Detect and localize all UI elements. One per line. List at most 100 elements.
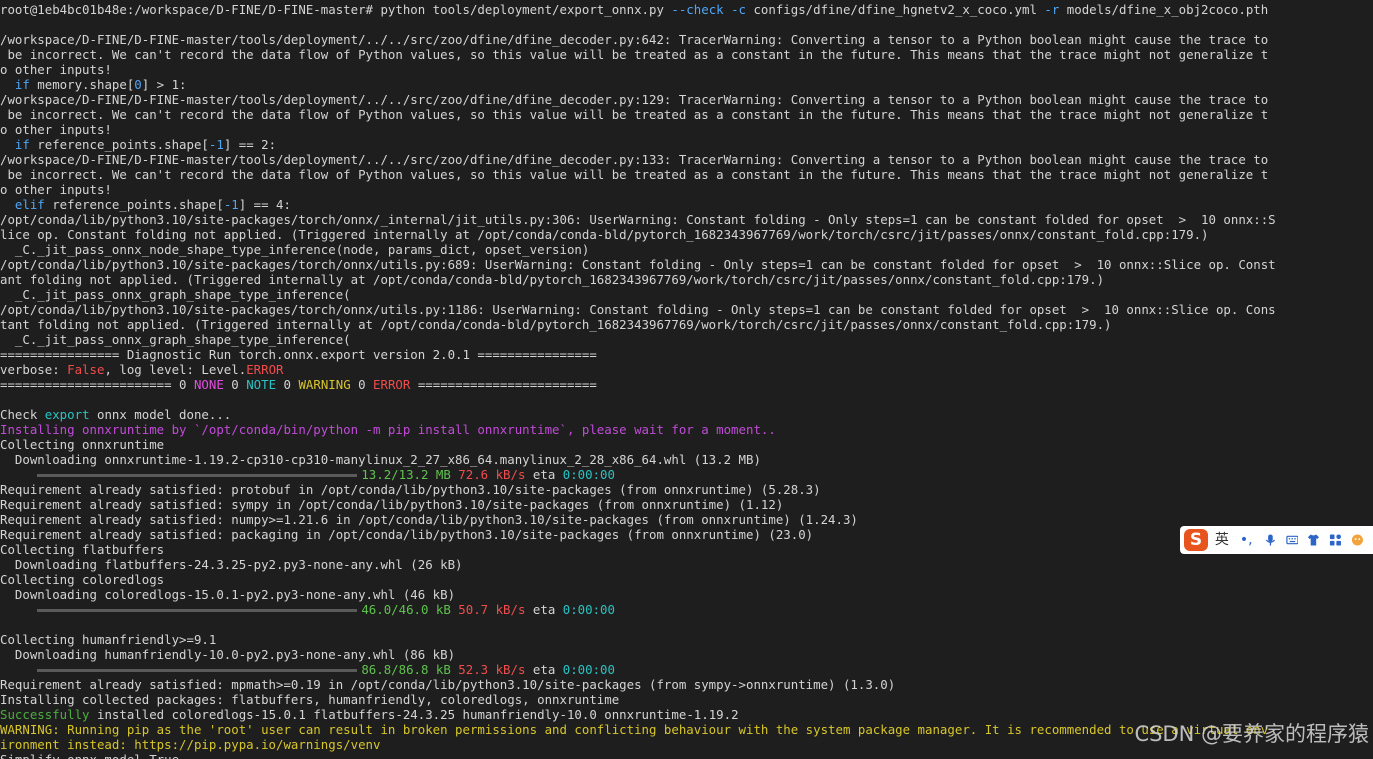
- terminal-text: o other inputs!: [0, 62, 112, 77]
- terminal-text: Simplify onnx model True...: [0, 752, 201, 759]
- terminal-text: -1: [208, 137, 224, 152]
- csdn-watermark: CSDN @要养家的程序猿: [1134, 722, 1369, 746]
- toolbox-grid-icon[interactable]: [1329, 533, 1342, 547]
- terminal-text: _C._jit_pass_onnx_graph_shape_type_infer…: [0, 287, 351, 302]
- terminal-text: onnx model done...: [89, 407, 232, 422]
- terminal-text: /opt/conda/lib/python3.10/site-packages/…: [0, 302, 1276, 317]
- terminal-line: Requirement already satisfied: mpmath>=0…: [0, 677, 1370, 692]
- terminal-text: 46.0/46.0 kB: [361, 602, 459, 617]
- terminal-text: Successfully: [0, 707, 90, 722]
- ime-toolbar[interactable]: S 英 •,: [1180, 526, 1373, 554]
- terminal-line: lice op. Constant folding not applied. (…: [0, 227, 1370, 242]
- terminal-line: Downloading coloredlogs-15.0.1-py2.py3-n…: [0, 587, 1370, 602]
- terminal-text: /opt/conda/lib/python3.10/site-packages/…: [0, 257, 1276, 272]
- terminal-line: o other inputs!: [0, 62, 1370, 77]
- terminal-text: /workspace/D-FINE/D-FINE-master/tools/de…: [0, 92, 1269, 107]
- terminal-text: Downloading coloredlogs-15.0.1-py2.py3-n…: [0, 587, 456, 602]
- terminal-text: False: [67, 362, 105, 377]
- terminal-text: if: [14, 77, 30, 92]
- ime-language-toggle[interactable]: 英: [1215, 526, 1229, 554]
- terminal-text: /workspace/D-FINE/D-FINE-master/tools/de…: [0, 32, 1269, 47]
- terminal-line: be incorrect. We can't record the data f…: [0, 167, 1370, 182]
- terminal-text: 0: [231, 377, 239, 392]
- terminal-text: verbose:: [0, 362, 68, 377]
- terminal-line: Collecting flatbuffers: [0, 542, 1370, 557]
- terminal-line: o other inputs!: [0, 122, 1370, 137]
- terminal-text: eta: [525, 662, 563, 677]
- terminal-text: Installing onnxruntime by `/opt/conda/bi…: [0, 422, 776, 437]
- terminal-text: Requirement already satisfied: mpmath>=0…: [0, 677, 896, 692]
- terminal-text: -1: [223, 197, 239, 212]
- terminal-text: ] == 2:: [223, 137, 277, 152]
- emoji-icon[interactable]: [1351, 533, 1364, 547]
- terminal-text: /workspace/D-FINE/D-FINE-master/tools/de…: [0, 152, 1269, 167]
- terminal-text: --check -c: [671, 2, 754, 17]
- keyboard-icon[interactable]: [1285, 533, 1299, 547]
- terminal-line: tant folding not applied. (Triggered int…: [0, 317, 1370, 332]
- terminal-text: ] == 4:: [238, 197, 291, 212]
- terminal-text: Requirement already satisfied: packaging…: [0, 527, 814, 542]
- download-progress-bar: [37, 474, 358, 477]
- terminal-text: Downloading flatbuffers-24.3.25-py2.py3-…: [0, 557, 463, 572]
- terminal-window[interactable]: root@1eb4bc01b48e:/workspace/D-FINE/D-FI…: [0, 0, 1373, 759]
- terminal-line: 86.8/86.8 kB 52.3 kB/s eta 0:00:00: [0, 662, 1370, 677]
- terminal-text: -r: [1044, 2, 1067, 17]
- terminal-text: ant folding not applied. (Triggered inte…: [0, 272, 1105, 287]
- terminal-line: be incorrect. We can't record the data f…: [0, 107, 1370, 122]
- terminal-text: models/dfine_x_obj2coco.pth: [1066, 2, 1269, 17]
- terminal-text: WARNING: [290, 377, 359, 392]
- terminal-text: be incorrect. We can't record the data f…: [0, 47, 1269, 62]
- terminal-text: ERROR: [365, 377, 418, 392]
- terminal-text: ] > 1:: [141, 77, 187, 92]
- terminal-text: o other inputs!: [0, 182, 112, 197]
- terminal-line: ant folding not applied. (Triggered inte…: [0, 272, 1370, 287]
- terminal-text: _C._jit_pass_onnx_graph_shape_type_infer…: [0, 332, 351, 347]
- terminal-line: Check export onnx model done...: [0, 407, 1370, 422]
- terminal-text: ironment instead: https://pip.pypa.io/wa…: [0, 737, 381, 752]
- terminal-line: /workspace/D-FINE/D-FINE-master/tools/de…: [0, 92, 1370, 107]
- terminal-line: Simplify onnx model True...: [0, 752, 1370, 759]
- terminal-text: lice op. Constant folding not applied. (…: [0, 227, 1209, 242]
- terminal-line: Requirement already satisfied: numpy>=1.…: [0, 512, 1370, 527]
- terminal-line: Requirement already satisfied: sympy in …: [0, 497, 1370, 512]
- terminal-text: 86.8/86.8 kB: [361, 662, 459, 677]
- microphone-icon[interactable]: [1264, 533, 1277, 547]
- terminal-line: ======================= 0 NONE 0 NOTE 0 …: [0, 377, 1370, 392]
- terminal-text: installed coloredlogs-15.0.1 flatbuffers…: [89, 707, 739, 722]
- terminal-line: Collecting onnxruntime: [0, 437, 1370, 452]
- terminal-text: memory.shape[: [29, 77, 135, 92]
- terminal-text: be incorrect. We can't record the data f…: [0, 107, 1269, 122]
- terminal-text: export: [44, 407, 90, 422]
- terminal-line: /workspace/D-FINE/D-FINE-master/tools/de…: [0, 32, 1370, 47]
- terminal-text: configs/dfine/dfine_hgnetv2_x_coco.yml: [753, 2, 1045, 17]
- terminal-text: WARNING: Running pip as the 'root' user …: [0, 722, 1269, 737]
- terminal-line: /opt/conda/lib/python3.10/site-packages/…: [0, 212, 1370, 227]
- terminal-text: 0: [283, 377, 291, 392]
- terminal-text: 0: [134, 77, 142, 92]
- terminal-text: =======================: [0, 377, 180, 392]
- terminal-text: Collecting humanfriendly>=9.1: [0, 632, 217, 647]
- skin-shirt-icon[interactable]: [1307, 533, 1320, 547]
- terminal-text: 0:00:00: [562, 602, 615, 617]
- terminal-line: 13.2/13.2 MB 72.6 kB/s eta 0:00:00: [0, 467, 1370, 482]
- terminal-text: ========================: [417, 377, 597, 392]
- terminal-text: 72.6 kB/s: [458, 467, 526, 482]
- terminal-text: Requirement already satisfied: protobuf …: [0, 482, 821, 497]
- terminal-text: Requirement already satisfied: numpy>=1.…: [0, 512, 858, 527]
- terminal-text: 0: [358, 377, 366, 392]
- terminal-text: eta: [525, 602, 563, 617]
- terminal-text: be incorrect. We can't record the data f…: [0, 167, 1269, 182]
- terminal-line: Installing collected packages: flatbuffe…: [0, 692, 1370, 707]
- terminal-line: be incorrect. We can't record the data f…: [0, 47, 1370, 62]
- ime-punctuation-toggle[interactable]: •,: [1240, 526, 1253, 554]
- terminal-text: elif: [14, 197, 45, 212]
- terminal-text: 0:00:00: [562, 662, 615, 677]
- terminal-line: Installing onnxruntime by `/opt/conda/bi…: [0, 422, 1370, 437]
- terminal-line: Collecting humanfriendly>=9.1: [0, 632, 1370, 647]
- terminal-text: tant folding not applied. (Triggered int…: [0, 317, 1112, 332]
- sogou-logo-icon[interactable]: S: [1184, 529, 1208, 551]
- terminal-text: root@1eb4bc01b48e:/workspace/D-FINE/D-FI…: [0, 2, 672, 17]
